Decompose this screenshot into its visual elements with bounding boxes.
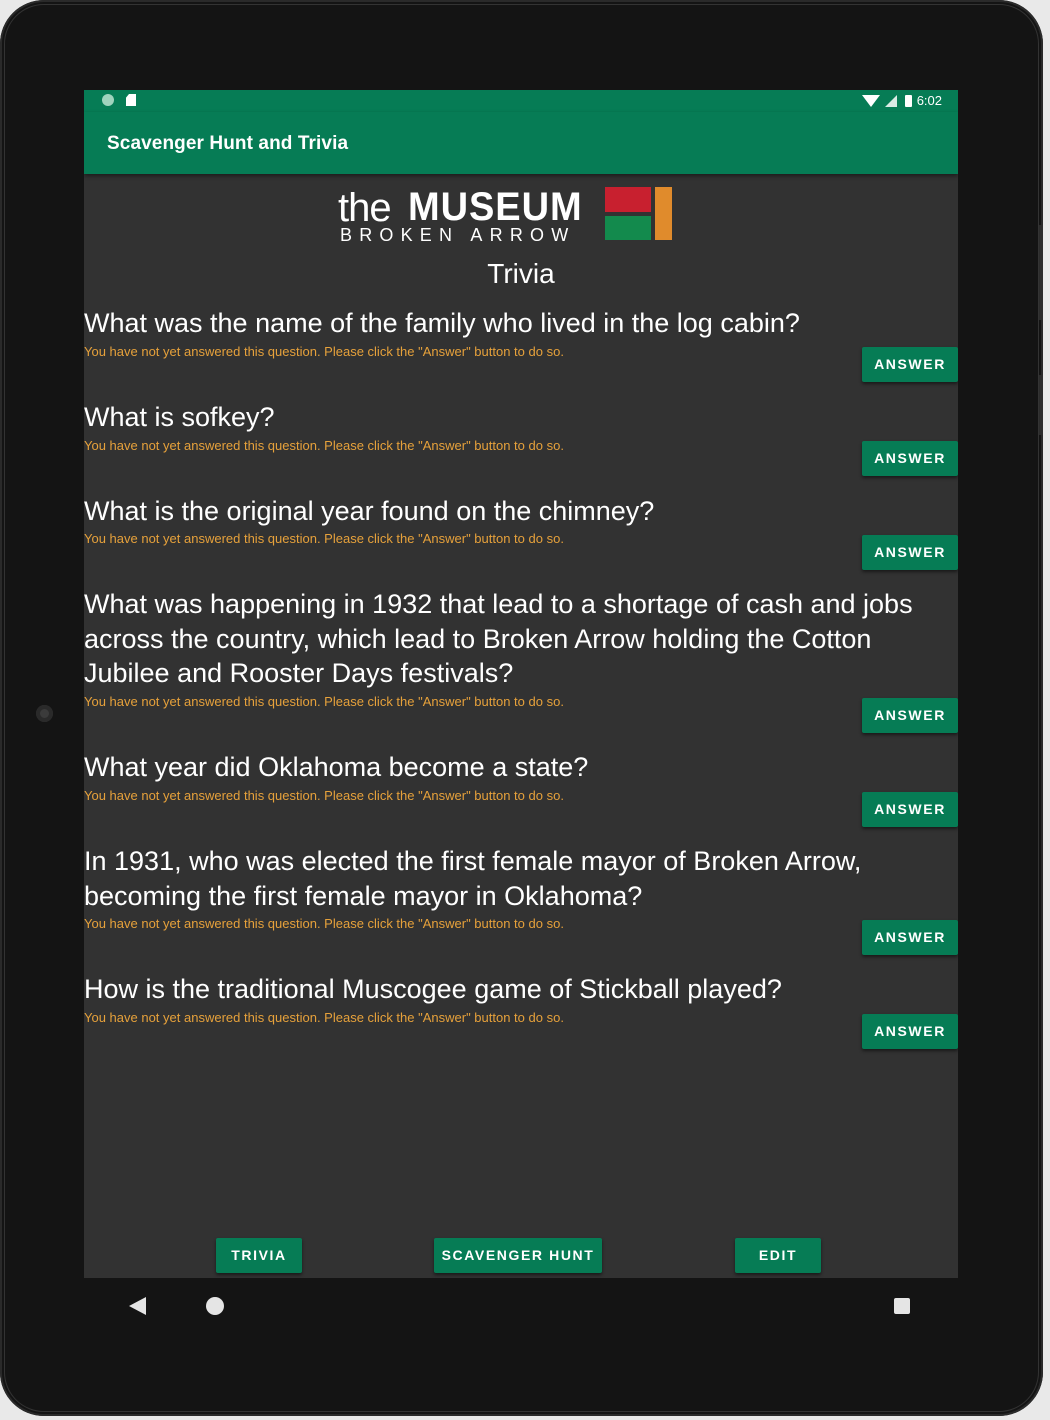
question-text: What is sofkey?: [84, 402, 275, 432]
app-title: Scavenger Hunt and Trivia: [107, 133, 349, 154]
question-text: How is the traditional Muscogee game of …: [84, 974, 782, 1004]
question-text: What was the name of the family who live…: [84, 308, 800, 338]
answer-button[interactable]: ANSWER: [862, 535, 958, 570]
question-status: You have not yet answered this question.…: [84, 788, 564, 803]
front-camera: [36, 705, 53, 722]
question-text: What was happening in 1932 that lead to …: [84, 589, 913, 688]
tablet-frame: 6:02 Scavenger Hunt and Trivia the MUSEU…: [0, 0, 1043, 1416]
sd-card-icon: [126, 94, 136, 106]
answer-button[interactable]: ANSWER: [862, 441, 958, 476]
battery-icon: [904, 94, 912, 107]
back-icon[interactable]: [129, 1297, 146, 1315]
home-icon[interactable]: [206, 1297, 224, 1315]
question-text: What is the original year found on the c…: [84, 496, 655, 526]
question-status: You have not yet answered this question.…: [84, 1010, 564, 1025]
question-status: You have not yet answered this question.…: [84, 344, 564, 359]
question-status: You have not yet answered this question.…: [84, 531, 564, 546]
question-status: You have not yet answered this question.…: [84, 916, 564, 931]
logo-red-block: [605, 187, 651, 212]
cell-signal-icon: [884, 94, 897, 107]
answer-button[interactable]: ANSWER: [862, 347, 958, 382]
answer-button[interactable]: ANSWER: [862, 792, 958, 827]
system-nav-bar: [84, 1278, 958, 1334]
question-status: You have not yet answered this question.…: [84, 438, 564, 453]
question-status: You have not yet answered this question.…: [84, 694, 564, 709]
museum-logo: the MUSEUM BROKEN ARROW: [338, 185, 678, 248]
logo-museum-text: MUSEUM: [408, 185, 583, 229]
answer-button[interactable]: ANSWER: [862, 1014, 958, 1049]
logo-orange-bar: [655, 187, 672, 240]
recents-icon[interactable]: [894, 1298, 910, 1314]
answer-button[interactable]: ANSWER: [862, 698, 958, 733]
app-screen: 6:02 Scavenger Hunt and Trivia the MUSEU…: [84, 90, 958, 1278]
trivia-button[interactable]: TRIVIA: [216, 1238, 302, 1273]
wifi-icon: [861, 94, 880, 107]
volume-button: [1038, 225, 1043, 320]
notification-dot-icon: [102, 94, 114, 106]
edit-button[interactable]: EDIT: [735, 1238, 821, 1273]
logo-green-block: [605, 216, 651, 240]
power-button: [1038, 375, 1043, 435]
answer-button[interactable]: ANSWER: [862, 920, 958, 955]
app-bar: Scavenger Hunt and Trivia: [84, 112, 958, 174]
status-bar: 6:02: [84, 90, 958, 112]
question-text: What year did Oklahoma become a state?: [84, 752, 589, 782]
question-text: In 1931, who was elected the first femal…: [84, 846, 862, 911]
clock: 6:02: [916, 93, 942, 108]
logo-subtitle: BROKEN ARROW: [340, 225, 576, 245]
logo-the-text: the: [338, 186, 392, 230]
scavenger-hunt-button[interactable]: SCAVENGER HUNT: [434, 1238, 602, 1273]
page-title: Trivia: [487, 258, 555, 289]
